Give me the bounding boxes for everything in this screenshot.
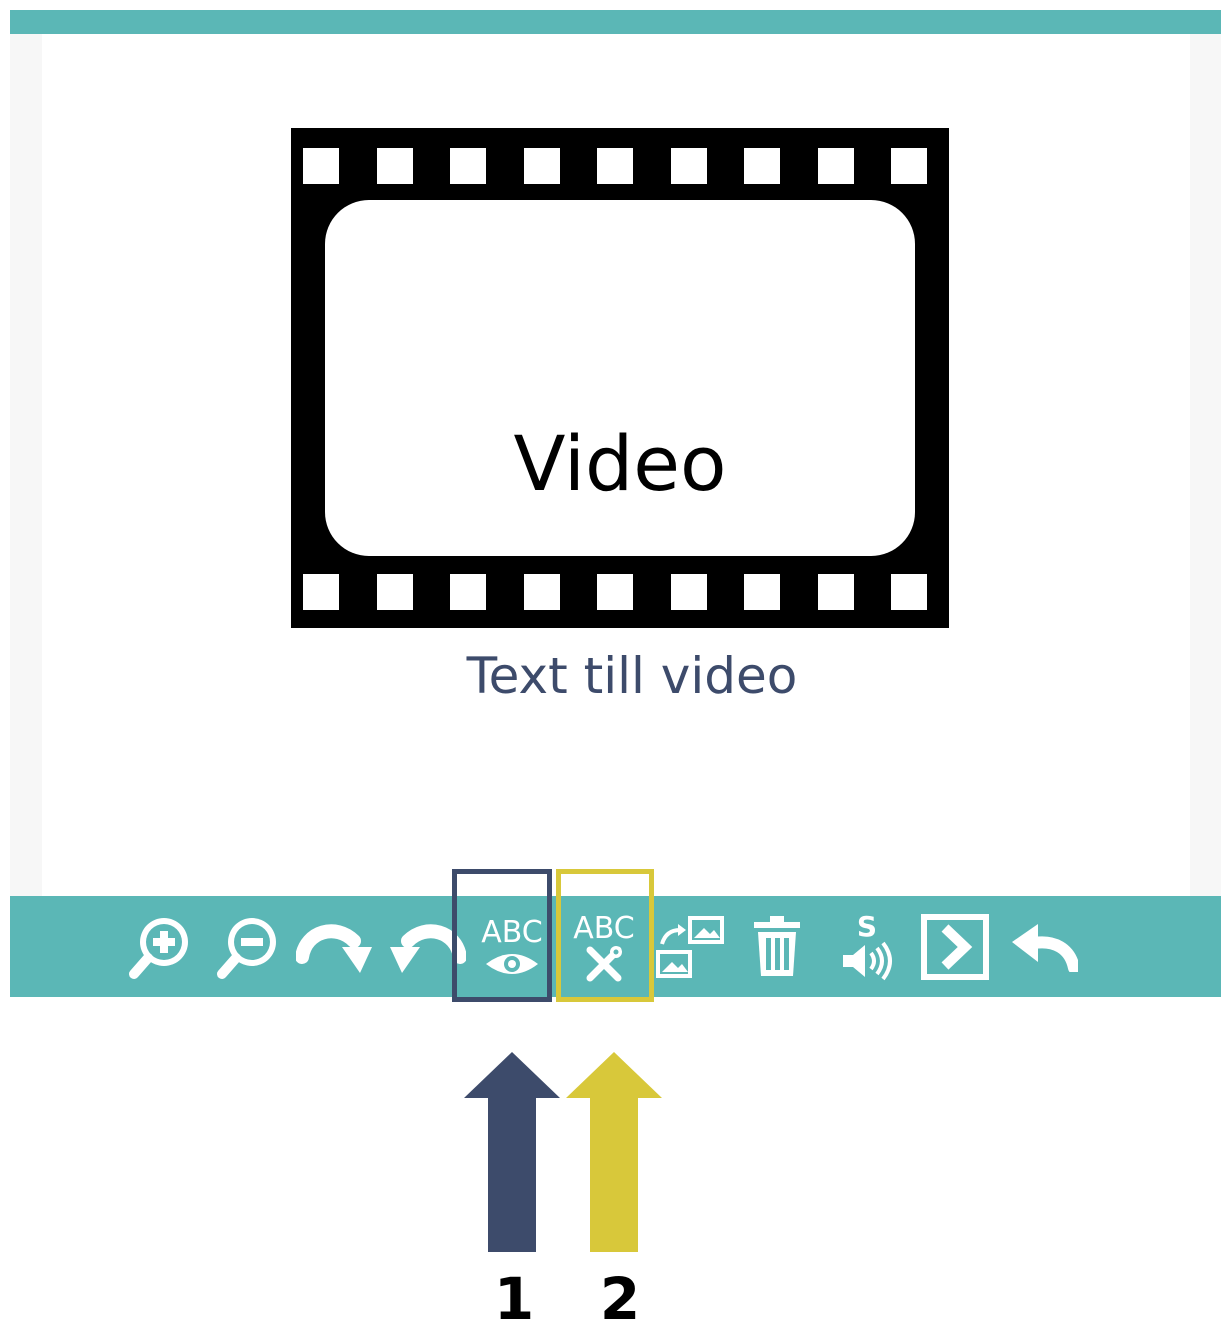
- film-hole: [744, 574, 780, 610]
- film-hole: [376, 148, 413, 184]
- film-hole: [891, 574, 927, 610]
- delete-button[interactable]: [746, 896, 808, 997]
- highlight-box-2: [556, 869, 654, 1002]
- film-hole: [523, 148, 560, 184]
- redo-icon: [296, 923, 372, 973]
- film-hole: [744, 148, 780, 184]
- film-hole: [303, 574, 339, 610]
- back-icon: [1012, 923, 1078, 972]
- zoom-out-button[interactable]: [214, 896, 284, 997]
- next-icon: [921, 913, 989, 980]
- marker-number-2: 2: [599, 1265, 641, 1333]
- speaker-icon: [843, 941, 892, 980]
- video-caption: Text till video: [466, 647, 798, 705]
- marker-number-1: 1: [493, 1265, 535, 1333]
- film-hole: [376, 574, 413, 610]
- speech-label: S: [856, 909, 878, 943]
- film-hole: [891, 148, 927, 184]
- zoom-in-button[interactable]: [126, 896, 196, 997]
- arrow-up-1: [464, 1052, 560, 1252]
- trash-icon: [754, 915, 800, 976]
- film-hole: [303, 148, 339, 184]
- swap-image-icon: [656, 915, 724, 978]
- arrow-up-2: [566, 1052, 662, 1252]
- next-button[interactable]: [918, 896, 992, 997]
- video-label: Video: [513, 419, 727, 508]
- zoom-in-icon: [129, 917, 188, 979]
- film-hole: [450, 574, 486, 610]
- film-hole: [817, 148, 854, 184]
- back-button[interactable]: [1008, 896, 1080, 997]
- film-hole: [670, 148, 707, 184]
- video-placeholder[interactable]: Video: [291, 128, 949, 628]
- redo-button[interactable]: [294, 896, 378, 997]
- highlight-box-1: [452, 869, 552, 1002]
- film-hole: [523, 574, 560, 610]
- top-bar: [10, 10, 1221, 34]
- film-hole: [450, 148, 486, 184]
- film-hole: [817, 574, 854, 610]
- speech-button[interactable]: S: [834, 896, 900, 997]
- film-frame: Video: [325, 200, 915, 556]
- zoom-out-icon: [217, 917, 276, 979]
- film-hole: [597, 574, 633, 610]
- swap-image-button[interactable]: [650, 896, 730, 997]
- film-hole: [597, 148, 633, 184]
- film-hole: [670, 574, 707, 610]
